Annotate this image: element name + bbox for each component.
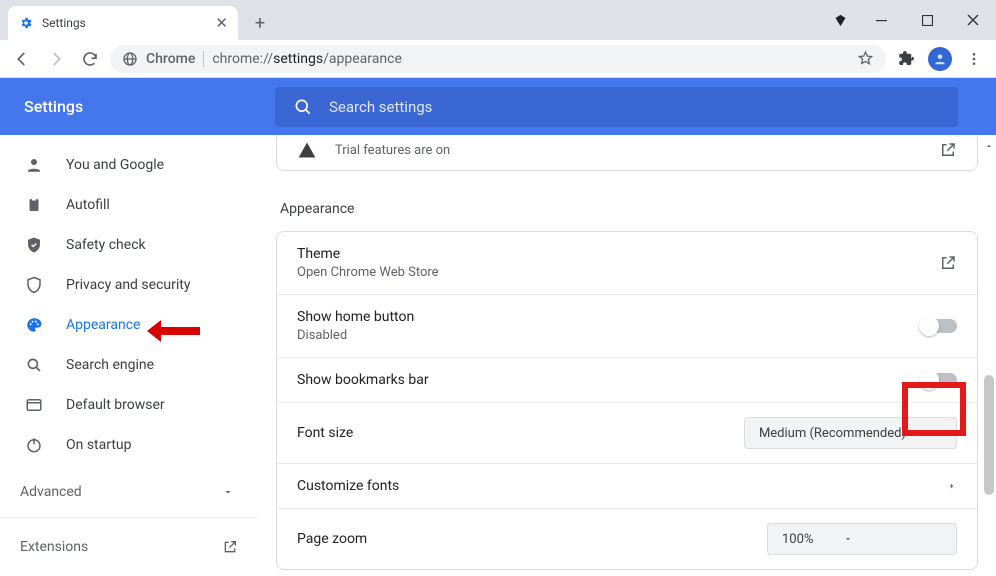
- banner-text: Trial features are on: [335, 143, 450, 158]
- settings-header: Settings: [0, 78, 996, 135]
- section-title-appearance: Appearance: [280, 201, 978, 217]
- scroll-up-arrow[interactable]: [984, 141, 994, 151]
- home-button-toggle[interactable]: [921, 319, 957, 333]
- sidebar-advanced-toggle[interactable]: Advanced: [0, 471, 258, 511]
- settings-sidebar: You and Google Autofill Safety check Pri…: [0, 135, 258, 576]
- sidebar-item-label: Search engine: [66, 357, 154, 373]
- row-show-home-button: Show home button Disabled: [277, 295, 977, 358]
- select-value: 100%: [782, 532, 813, 547]
- search-icon: [293, 97, 313, 117]
- appearance-card: Theme Open Chrome Web Store Show home bu…: [276, 231, 978, 570]
- shield-icon: [24, 276, 44, 294]
- sidebar-item-label: Safety check: [66, 237, 146, 253]
- extensions-icon[interactable]: [892, 45, 920, 73]
- browser-tab[interactable]: Settings ✕: [8, 6, 238, 40]
- url-origin-label: Chrome: [146, 51, 195, 67]
- row-sublabel: Open Chrome Web Store: [297, 265, 439, 280]
- row-label: Customize fonts: [297, 478, 399, 494]
- sidebar-item-you-and-google[interactable]: You and Google: [0, 145, 258, 185]
- trial-features-banner[interactable]: Trial features are on: [276, 135, 978, 171]
- browser-toolbar: Chrome chrome://settings/appearance: [0, 40, 996, 78]
- power-icon: [24, 436, 44, 454]
- settings-main-panel: Trial features are on Appearance Theme O…: [258, 135, 996, 576]
- palette-icon: [24, 316, 44, 334]
- sidebar-item-default-browser[interactable]: Default browser: [0, 385, 258, 425]
- open-external-icon: [939, 254, 957, 272]
- window-controls: [832, 0, 996, 40]
- sidebar-item-search-engine[interactable]: Search engine: [0, 345, 258, 385]
- sidebar-item-label: Privacy and security: [66, 277, 190, 293]
- menu-icon[interactable]: [960, 45, 988, 73]
- search-input[interactable]: [329, 98, 940, 116]
- sidebar-item-on-startup[interactable]: On startup: [0, 425, 258, 465]
- url-text: chrome://settings/appearance: [212, 51, 402, 67]
- sidebar-item-appearance[interactable]: Appearance: [0, 305, 258, 345]
- minimize-button[interactable]: [858, 5, 904, 35]
- row-label: Show bookmarks bar: [297, 372, 429, 388]
- select-value: Medium (Recommended): [759, 426, 906, 441]
- sidebar-item-safety-check[interactable]: Safety check: [0, 225, 258, 265]
- row-label: Theme: [297, 246, 439, 262]
- close-window-button[interactable]: [950, 5, 996, 35]
- maximize-button[interactable]: [904, 5, 950, 35]
- address-bar[interactable]: Chrome chrome://settings/appearance: [110, 45, 886, 73]
- row-sublabel: Disabled: [297, 328, 414, 343]
- divider: [0, 517, 258, 518]
- row-customize-fonts[interactable]: Customize fonts: [277, 464, 977, 509]
- row-label: Page zoom: [297, 531, 367, 547]
- sidebar-item-label: Appearance: [66, 317, 140, 333]
- scrollbar-thumb[interactable]: [984, 375, 994, 495]
- window-titlebar: Settings ✕ +: [0, 0, 996, 40]
- tab-title: Settings: [42, 16, 86, 30]
- search-icon: [24, 356, 44, 374]
- search-settings-box[interactable]: [275, 87, 958, 127]
- close-icon[interactable]: ✕: [215, 14, 228, 32]
- chevron-down-icon: [936, 428, 946, 438]
- shield-check-icon: [24, 236, 44, 254]
- bookmark-star-icon[interactable]: [857, 50, 874, 67]
- row-label: Show home button: [297, 309, 414, 325]
- chevron-down-icon: [222, 486, 234, 498]
- extensions-label: Extensions: [20, 539, 88, 555]
- window-icon: [24, 396, 44, 414]
- sidebar-extensions-link[interactable]: Extensions: [0, 524, 258, 570]
- sidebar-item-autofill[interactable]: Autofill: [0, 185, 258, 225]
- row-font-size: Font size Medium (Recommended): [277, 403, 977, 464]
- back-button[interactable]: [8, 45, 36, 73]
- row-show-bookmarks-bar: Show bookmarks bar: [277, 358, 977, 403]
- chevron-right-icon: [947, 480, 957, 492]
- forward-button[interactable]: [42, 45, 70, 73]
- row-theme[interactable]: Theme Open Chrome Web Store: [277, 232, 977, 295]
- warning-icon: [297, 140, 317, 160]
- separator: [203, 51, 204, 67]
- open-external-icon: [222, 539, 238, 555]
- new-tab-button[interactable]: +: [246, 9, 274, 37]
- sidebar-item-label: Autofill: [66, 197, 110, 213]
- open-external-icon: [939, 141, 957, 159]
- person-icon: [24, 156, 44, 174]
- sidebar-item-label: Default browser: [66, 397, 165, 413]
- row-page-zoom: Page zoom 100%: [277, 509, 977, 569]
- advanced-label: Advanced: [20, 484, 82, 500]
- content-area: You and Google Autofill Safety check Pri…: [0, 135, 996, 576]
- gear-icon: [18, 15, 34, 31]
- sidebar-item-label: On startup: [66, 437, 132, 453]
- chevron-down-icon: [843, 534, 853, 544]
- clipboard-icon: [24, 196, 44, 214]
- row-label: Font size: [297, 425, 353, 441]
- vpn-badge-icon: [832, 12, 848, 28]
- sidebar-item-label: You and Google: [66, 157, 164, 173]
- bookmarks-bar-toggle[interactable]: [921, 373, 957, 387]
- page-title: Settings: [0, 97, 275, 116]
- page-zoom-select[interactable]: 100%: [767, 523, 957, 555]
- font-size-select[interactable]: Medium (Recommended): [744, 417, 957, 449]
- profile-avatar[interactable]: [926, 45, 954, 73]
- sidebar-item-privacy[interactable]: Privacy and security: [0, 265, 258, 305]
- site-info-icon[interactable]: [122, 51, 138, 67]
- reload-button[interactable]: [76, 45, 104, 73]
